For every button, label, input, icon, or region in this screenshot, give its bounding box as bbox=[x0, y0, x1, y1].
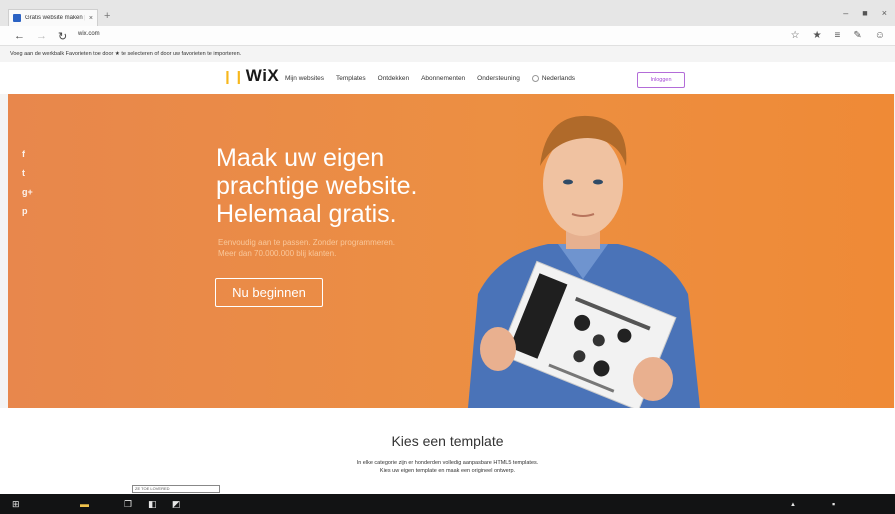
hero-title-line: Helemaal gratis. bbox=[216, 200, 397, 228]
hero-banner: f t g+ p Maak uw eigen prachtige website… bbox=[8, 94, 894, 408]
hub-icon[interactable]: ≡ bbox=[835, 30, 841, 41]
minimize-button[interactable]: – bbox=[843, 8, 848, 18]
maximize-button[interactable]: ■ bbox=[862, 8, 867, 18]
url-field[interactable]: wix.com bbox=[78, 31, 100, 37]
nav-item-support[interactable]: Ondersteuning bbox=[477, 75, 520, 82]
section-description-line: Kies uw eigen template en maak een origi… bbox=[379, 468, 516, 474]
taskbar-app-icon[interactable]: ❐ bbox=[124, 499, 132, 510]
reading-view-icon[interactable]: ☆ bbox=[791, 30, 800, 41]
taskbar-app-icon[interactable]: ◧ bbox=[148, 499, 157, 510]
favorites-star-icon[interactable]: ★ bbox=[813, 30, 822, 41]
favorites-bar-hint: Voeg aan de werkbalk Favorieten toe door… bbox=[10, 51, 242, 57]
main-nav: Mijn websites Templates Ontdekken Abonne… bbox=[285, 75, 575, 82]
hero-person-image bbox=[468, 115, 700, 408]
taskbar-app-icon[interactable]: ◩ bbox=[172, 499, 181, 510]
browser-toolbar-icons: ☆ ★ ≡ ✎ ☺ bbox=[791, 30, 885, 41]
web-note-icon[interactable]: ✎ bbox=[853, 30, 861, 41]
tab-favicon-icon bbox=[13, 14, 21, 22]
globe-icon bbox=[531, 75, 539, 82]
section-description-line: In elke categorie zijn er honderden voll… bbox=[356, 460, 539, 466]
nav-item-templates[interactable]: Templates bbox=[336, 75, 366, 82]
language-selector[interactable]: Nederlands bbox=[531, 75, 576, 82]
site-header: ❙❙WiX Mijn websites Templates Ontdekken … bbox=[0, 62, 895, 94]
hero-title: Maak uw eigen prachtige website. Helemaa… bbox=[216, 144, 476, 228]
language-label: Nederlands bbox=[541, 75, 576, 82]
pinterest-icon[interactable]: p bbox=[22, 206, 33, 216]
forward-button[interactable]: → bbox=[36, 30, 47, 42]
logo-text: WiX bbox=[245, 66, 280, 85]
tray-arrow-icon[interactable]: ▲ bbox=[790, 502, 796, 508]
close-window-button[interactable]: × bbox=[882, 8, 887, 18]
hero-subtitle: Eenvoudig aan te passen. Zonder programm… bbox=[218, 237, 395, 259]
template-section: Kies een template In elke categorie zijn… bbox=[0, 408, 895, 494]
browser-tab[interactable]: Gratis website maken | W × bbox=[8, 9, 98, 26]
taskbar: ⊞ ▬ ❐ ◧ ◩ ▲ ▪ bbox=[0, 494, 895, 514]
social-links: f t g+ p bbox=[22, 149, 33, 216]
hero-subtitle-line: Eenvoudig aan te passen. Zonder programm… bbox=[218, 238, 395, 247]
nav-item-my-websites[interactable]: Mijn websites bbox=[285, 75, 324, 82]
hero-title-line: Maak uw eigen bbox=[216, 144, 385, 172]
tray-icon[interactable]: ▪ bbox=[832, 499, 835, 509]
file-explorer-icon[interactable]: ▬ bbox=[80, 499, 89, 509]
login-button[interactable]: Inloggen bbox=[637, 72, 685, 88]
back-button[interactable]: ← bbox=[14, 30, 25, 42]
logo-mark-icon: ❙❙ bbox=[222, 69, 245, 84]
tab-close-icon[interactable]: × bbox=[89, 15, 93, 22]
browser-tab-bar: Gratis website maken | W × + – ■ × bbox=[0, 0, 895, 26]
tab-title: Gratis website maken | W bbox=[25, 15, 85, 21]
feedback-icon[interactable]: ☺ bbox=[875, 30, 885, 41]
window-controls: – ■ × bbox=[843, 8, 887, 18]
twitter-icon[interactable]: t bbox=[22, 168, 33, 178]
wix-logo[interactable]: ❙❙WiX bbox=[222, 66, 279, 86]
section-description: In elke categorie zijn er honderden voll… bbox=[0, 459, 895, 475]
nav-item-subscriptions[interactable]: Abonnementen bbox=[421, 75, 465, 82]
refresh-button[interactable]: ↻ bbox=[58, 30, 67, 43]
google-plus-icon[interactable]: g+ bbox=[22, 187, 33, 197]
start-now-button[interactable]: Nu beginnen bbox=[215, 278, 323, 307]
address-bar-row: ← → ↻ wix.com ☆ ★ ≡ ✎ ☺ bbox=[0, 26, 895, 46]
section-title: Kies een template bbox=[391, 433, 504, 449]
facebook-icon[interactable]: f bbox=[22, 149, 33, 159]
hero-subtitle-line: Meer dan 70.000.000 blij klanten. bbox=[218, 249, 337, 258]
start-icon[interactable]: ⊞ bbox=[12, 499, 20, 510]
nav-item-discover[interactable]: Ontdekken bbox=[378, 75, 409, 82]
small-tag-label: ZE TOE LOVERED bbox=[132, 485, 220, 493]
new-tab-button[interactable]: + bbox=[104, 10, 110, 22]
hero-title-line: prachtige website. bbox=[216, 172, 418, 200]
